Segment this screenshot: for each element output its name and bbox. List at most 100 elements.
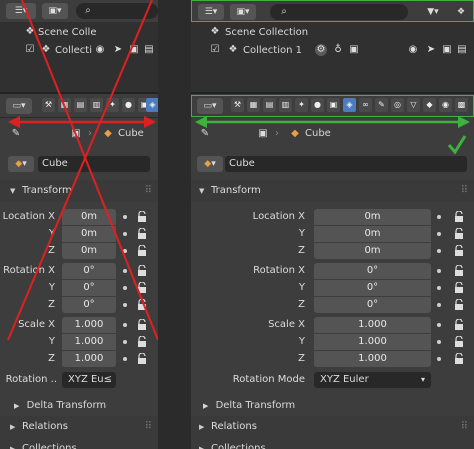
keyframe-dot-icon[interactable] <box>437 232 441 236</box>
object-data-button[interactable]: ◆▾ <box>8 156 34 172</box>
keyframe-dot-icon[interactable] <box>437 357 441 361</box>
keyframe-dot-icon[interactable] <box>123 303 127 307</box>
camera-icon[interactable]: ▣ <box>128 44 140 56</box>
rotation-x-field[interactable]: 0° <box>62 263 116 279</box>
lock-icon[interactable] <box>137 299 147 310</box>
lock-icon[interactable] <box>137 282 147 293</box>
outliner-row-collection[interactable]: ☑ ❖ Collecti ◉ ➤ ▣ ▤ <box>0 42 158 59</box>
scale-x-field[interactable]: 1.000 <box>62 317 116 333</box>
lock-icon[interactable] <box>454 265 464 276</box>
collection-checkbox-icon[interactable]: ☑ <box>24 44 36 56</box>
rotation-z-field[interactable]: 0° <box>62 297 116 313</box>
scale-z-field[interactable]: 1.000 <box>62 351 116 367</box>
collections-panel-header[interactable]: ▶ Collections <box>191 438 474 449</box>
lock-icon[interactable] <box>454 282 464 293</box>
delta-transform-subpanel[interactable]: ▶ Delta Transform <box>203 397 295 415</box>
keyframe-dot-icon[interactable] <box>123 249 127 253</box>
rotation-x-field[interactable]: 0° <box>314 263 431 279</box>
tab-scene[interactable]: ✦ <box>295 98 308 112</box>
keyframe-dot-icon[interactable] <box>123 323 127 327</box>
relations-panel-header[interactable]: ▶ Relations ⠿ <box>191 416 474 438</box>
tab-world[interactable]: ● <box>311 98 324 112</box>
editor-type-button[interactable]: ▭▾ <box>197 98 223 114</box>
modifier-icon[interactable]: ⚙ <box>315 44 327 56</box>
tab-collection[interactable]: ▣ <box>327 98 340 112</box>
tab-texture[interactable]: ▩ <box>455 98 468 112</box>
outliner-row-scene-collection[interactable]: ❖ Scene Colle <box>0 24 158 41</box>
rotation-y-field[interactable]: 0° <box>62 280 116 296</box>
lock-icon[interactable] <box>137 336 147 347</box>
object-data-button[interactable]: ◆▾ <box>197 156 223 172</box>
keyframe-dot-icon[interactable] <box>123 215 127 219</box>
tab-render[interactable]: ▦ <box>247 98 260 112</box>
lock-icon[interactable] <box>454 211 464 222</box>
collection-checkbox-icon[interactable]: ☑ <box>209 44 221 56</box>
rotation-mode-dropdown[interactable]: XYZ Euler ▾ <box>314 372 431 388</box>
tab-view-layer[interactable]: ▥ <box>279 98 292 112</box>
keyframe-dot-icon[interactable] <box>123 232 127 236</box>
tab-render[interactable]: ▦ <box>58 98 71 112</box>
editor-type-button[interactable]: ▭▾ <box>6 98 32 114</box>
collections-panel-header[interactable]: ▶ Collections <box>0 438 158 449</box>
light-icon[interactable]: ♁ <box>332 44 344 56</box>
tab-view-layer[interactable]: ▥ <box>90 98 103 112</box>
object-name-field[interactable]: Cube <box>225 156 467 172</box>
lock-icon[interactable] <box>454 336 464 347</box>
location-z-field[interactable]: 0m <box>314 243 431 259</box>
object-name-field[interactable]: Cube <box>38 156 150 172</box>
location-z-field[interactable]: 0m <box>62 243 116 259</box>
location-y-field[interactable]: 0m <box>62 226 116 242</box>
transform-panel-header[interactable]: ▼ Transform ⠿ <box>0 180 158 202</box>
tab-physics[interactable]: ✎ <box>375 98 388 112</box>
tab-constraints[interactable]: ▽ <box>407 98 420 112</box>
tab-scene[interactable]: ✦ <box>106 98 119 112</box>
drag-handle-icon[interactable]: ⠿ <box>461 180 468 202</box>
outliner-row-scene-collection[interactable]: ❖ Scene Collection <box>191 24 474 41</box>
lock-icon[interactable] <box>137 211 147 222</box>
keyframe-dot-icon[interactable] <box>437 323 441 327</box>
pointer-icon[interactable]: ➤ <box>112 44 124 56</box>
scale-y-field[interactable]: 1.000 <box>62 334 116 350</box>
keyframe-dot-icon[interactable] <box>437 340 441 344</box>
tab-particles[interactable]: ◎ <box>391 98 404 112</box>
tab-tool[interactable]: ⚒ <box>42 98 55 112</box>
lock-icon[interactable] <box>137 228 147 239</box>
scale-z-field[interactable]: 1.000 <box>314 351 431 367</box>
drag-handle-icon[interactable]: ⠿ <box>145 180 152 202</box>
camera-icon[interactable]: ▣ <box>348 44 360 56</box>
display-mode-button[interactable]: ▣▾ <box>42 3 68 19</box>
pointer-icon[interactable]: ➤ <box>425 44 437 56</box>
eye-icon[interactable]: ◉ <box>407 44 419 56</box>
drag-handle-icon[interactable]: ⠿ <box>461 416 468 438</box>
tab-material[interactable]: ◉ <box>439 98 452 112</box>
keyframe-dot-icon[interactable] <box>123 357 127 361</box>
lock-icon[interactable] <box>454 353 464 364</box>
eye-icon[interactable]: ◉ <box>94 44 106 56</box>
lock-icon[interactable] <box>137 245 147 256</box>
lock-icon[interactable] <box>137 319 147 330</box>
lock-icon[interactable] <box>454 299 464 310</box>
scale-x-field[interactable]: 1.000 <box>314 317 431 333</box>
lock-icon[interactable] <box>137 265 147 276</box>
location-y-field[interactable]: 0m <box>314 226 431 242</box>
tab-object[interactable]: ◈ <box>146 98 158 112</box>
keyframe-dot-icon[interactable] <box>123 269 127 273</box>
filter-button[interactable]: ▼▾ <box>418 4 448 20</box>
keyframe-dot-icon[interactable] <box>123 286 127 290</box>
lock-icon[interactable] <box>454 319 464 330</box>
drag-handle-icon[interactable]: ⠿ <box>145 416 152 438</box>
location-x-field[interactable]: 0m <box>314 209 431 225</box>
rotation-mode-dropdown[interactable]: XYZ Eu≤ <box>62 372 116 388</box>
outliner-row-collection[interactable]: ☑ ❖ Collection 1 ⚙ ♁ ▣ ◉ ➤ ▣ ▤ <box>191 42 474 59</box>
editor-type-button[interactable]: ☰▾ <box>6 3 36 19</box>
pin-icon[interactable]: ✎ <box>10 128 22 140</box>
scale-y-field[interactable]: 1.000 <box>314 334 431 350</box>
delta-transform-subpanel[interactable]: ▶ Delta Transform <box>14 397 106 415</box>
tab-object-data[interactable]: ◆ <box>423 98 436 112</box>
search-input[interactable]: ⌕ <box>76 3 158 19</box>
keyframe-dot-icon[interactable] <box>437 269 441 273</box>
keyframe-dot-icon[interactable] <box>437 286 441 290</box>
new-collection-button[interactable]: ❖ <box>452 4 470 20</box>
location-x-field[interactable]: 0m <box>62 209 116 225</box>
rotation-y-field[interactable]: 0° <box>314 280 431 296</box>
